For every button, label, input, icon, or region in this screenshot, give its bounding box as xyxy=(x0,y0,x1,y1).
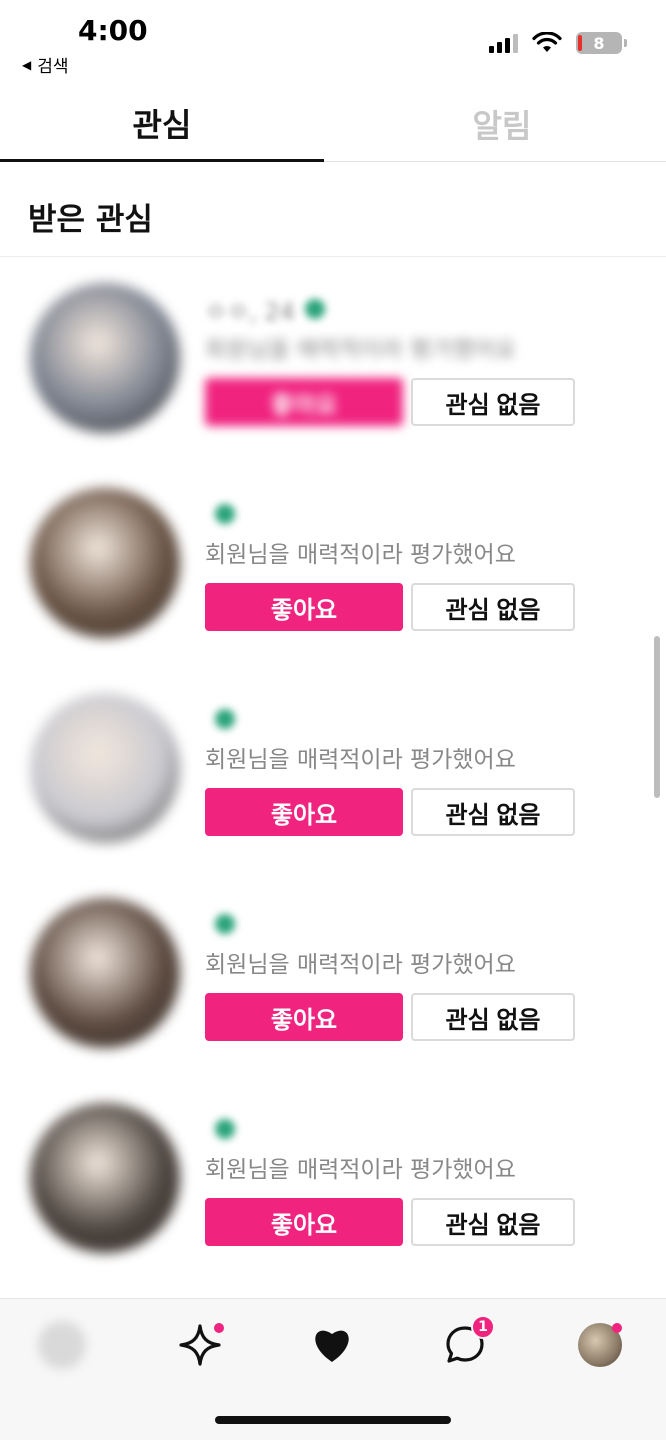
avatar[interactable] xyxy=(30,488,180,638)
status-icons: 8 xyxy=(489,32,627,54)
not-interested-button[interactable]: 관심 없음 xyxy=(411,788,575,836)
back-to-search-link[interactable]: ◀ 검색 xyxy=(22,52,69,77)
cellular-signal-icon xyxy=(489,33,518,53)
like-button[interactable]: 좋아요 xyxy=(205,378,403,426)
home-indicator xyxy=(215,1416,451,1424)
tab-notifications[interactable]: 알림 xyxy=(340,86,664,162)
list-item[interactable]: 회원님을 매력적이라 평가했어요 좋아요 관심 없음 xyxy=(0,1078,666,1283)
status-bar: 4:00 ◀ 검색 8 xyxy=(0,0,666,80)
new-dot xyxy=(214,1323,224,1333)
nav-recommend[interactable] xyxy=(172,1317,228,1373)
wifi-icon xyxy=(532,32,562,52)
tab-bar: 관심 알림 xyxy=(0,86,666,162)
avatar[interactable] xyxy=(30,1103,180,1253)
verified-icon xyxy=(215,1119,235,1139)
new-dot xyxy=(612,1323,622,1333)
verified-icon xyxy=(215,504,235,524)
section-title: 받은 관심 xyxy=(28,202,153,238)
list-item[interactable]: 회원님을 매력적이라 평가했어요 좋아요 관심 없음 xyxy=(0,463,666,668)
not-interested-button[interactable]: 관심 없음 xyxy=(411,583,575,631)
item-description: 회원님을 매력적이라 평가했어요 xyxy=(205,747,516,773)
list-item[interactable]: 회원님을 매력적이라 평가했어요 좋아요 관심 없음 xyxy=(0,668,666,873)
avatar[interactable] xyxy=(30,898,180,1048)
nav-chat[interactable]: 1 xyxy=(437,1315,495,1373)
like-button[interactable]: 좋아요 xyxy=(205,1198,403,1246)
like-button[interactable]: 좋아요 xyxy=(205,583,403,631)
battery-level: 8 xyxy=(593,33,605,53)
back-arrow-icon: ◀ xyxy=(22,57,32,72)
received-interest-list: ㅇㅇ, 24 회원님을 매력적이라 평가했어요 좋아요 관심 없음 회원님을 매… xyxy=(0,258,666,1283)
home-avatar-icon xyxy=(38,1321,86,1369)
item-description: 회원님을 매력적이라 평가했어요 xyxy=(205,542,516,568)
tab-interest[interactable]: 관심 xyxy=(0,86,324,162)
name-line: ㅇㅇ, 24 xyxy=(205,294,325,326)
item-description: 회원님을 매력적이라 평가했어요 xyxy=(205,337,516,363)
like-button[interactable]: 좋아요 xyxy=(205,993,403,1041)
back-label: 검색 xyxy=(37,57,69,77)
not-interested-button[interactable]: 관심 없음 xyxy=(411,1198,575,1246)
nav-interest[interactable] xyxy=(304,1317,360,1373)
name-line xyxy=(205,909,235,939)
user-name: ㅇㅇ, 24 xyxy=(205,297,295,326)
divider xyxy=(0,256,666,257)
verified-icon xyxy=(215,709,235,729)
nav-home[interactable] xyxy=(34,1317,90,1373)
name-line xyxy=(205,1114,235,1144)
name-line xyxy=(205,704,235,734)
like-button[interactable]: 좋아요 xyxy=(205,788,403,836)
item-description: 회원님을 매력적이라 평가했어요 xyxy=(205,952,516,978)
name-line xyxy=(205,499,235,529)
heart-icon xyxy=(315,1330,349,1362)
nav-profile[interactable] xyxy=(572,1317,628,1373)
avatar[interactable] xyxy=(30,283,180,433)
battery-icon: 8 xyxy=(576,32,627,54)
verified-icon xyxy=(304,299,325,319)
avatar[interactable] xyxy=(30,693,180,843)
item-description: 회원님을 매력적이라 평가했어요 xyxy=(205,1157,516,1183)
status-time: 4:00 xyxy=(78,14,148,47)
not-interested-button[interactable]: 관심 없음 xyxy=(411,993,575,1041)
list-item[interactable]: ㅇㅇ, 24 회원님을 매력적이라 평가했어요 좋아요 관심 없음 xyxy=(0,258,666,463)
not-interested-button[interactable]: 관심 없음 xyxy=(411,378,575,426)
verified-icon xyxy=(215,914,235,934)
chat-unread-badge: 1 xyxy=(471,1315,495,1339)
list-item[interactable]: 회원님을 매력적이라 평가했어요 좋아요 관심 없음 xyxy=(0,873,666,1078)
scrollbar[interactable] xyxy=(654,636,660,798)
